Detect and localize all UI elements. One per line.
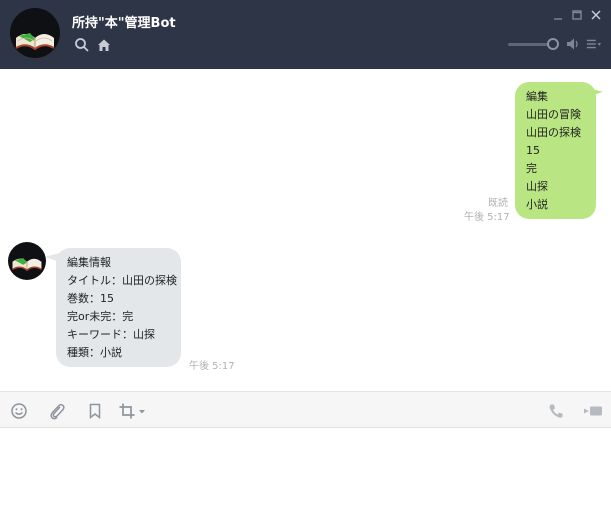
outgoing-message-bubble[interactable]: 編集 山田の冒険 山田の探検 15 完 山探 小説 xyxy=(515,82,596,219)
message-line: 小説 xyxy=(526,198,548,211)
call-icon[interactable] xyxy=(547,402,565,420)
menu-icon[interactable] xyxy=(586,36,602,52)
volume-icon[interactable] xyxy=(565,36,581,52)
bot-avatar[interactable] xyxy=(10,8,60,58)
message-line: 完or未完：完 xyxy=(67,310,134,323)
search-icon[interactable] xyxy=(74,37,90,53)
message-line: 編集情報 xyxy=(67,256,111,269)
screenshot-crop-icon[interactable] xyxy=(118,402,148,420)
message-line: 完 xyxy=(526,162,537,175)
chat-header: 所持"本"管理Bot xyxy=(0,0,611,69)
message-input[interactable] xyxy=(0,428,611,510)
close-icon[interactable] xyxy=(589,8,603,22)
incoming-timestamp: 午後 5:17 xyxy=(189,361,235,372)
read-receipt: 既読 xyxy=(488,198,508,209)
incoming-message-bubble[interactable]: 編集情報 タイトル：山田の探検 巻数：15 完or未完：完 キーワード：山探 種… xyxy=(56,248,181,367)
book-icon xyxy=(12,257,42,272)
volume-slider-fill xyxy=(508,43,552,46)
emoji-icon[interactable] xyxy=(10,402,28,420)
volume-slider-thumb[interactable] xyxy=(547,38,559,50)
video-call-icon[interactable] xyxy=(582,402,604,420)
message-line: 山田の探検 xyxy=(526,126,581,139)
composer-toolbar xyxy=(0,391,611,428)
minimize-icon[interactable] xyxy=(551,8,565,22)
home-icon[interactable] xyxy=(96,37,112,53)
attach-icon[interactable] xyxy=(48,402,66,420)
message-line: タイトル：山田の探検 xyxy=(67,274,177,287)
message-line: キーワード：山探 xyxy=(67,328,155,341)
message-line: 15 xyxy=(526,144,540,157)
chat-title: 所持"本"管理Bot xyxy=(72,16,176,31)
bookmark-icon[interactable] xyxy=(86,402,104,420)
bot-avatar-small[interactable] xyxy=(8,242,46,280)
message-line: 編集 xyxy=(526,90,548,103)
book-icon xyxy=(15,33,55,51)
message-line: 山探 xyxy=(526,180,548,193)
message-line: 巻数：15 xyxy=(67,292,114,305)
message-line: 山田の冒険 xyxy=(526,108,581,121)
outgoing-timestamp: 午後 5:17 xyxy=(464,212,510,223)
message-line: 種類：小説 xyxy=(67,346,122,359)
maximize-icon[interactable] xyxy=(570,8,584,22)
